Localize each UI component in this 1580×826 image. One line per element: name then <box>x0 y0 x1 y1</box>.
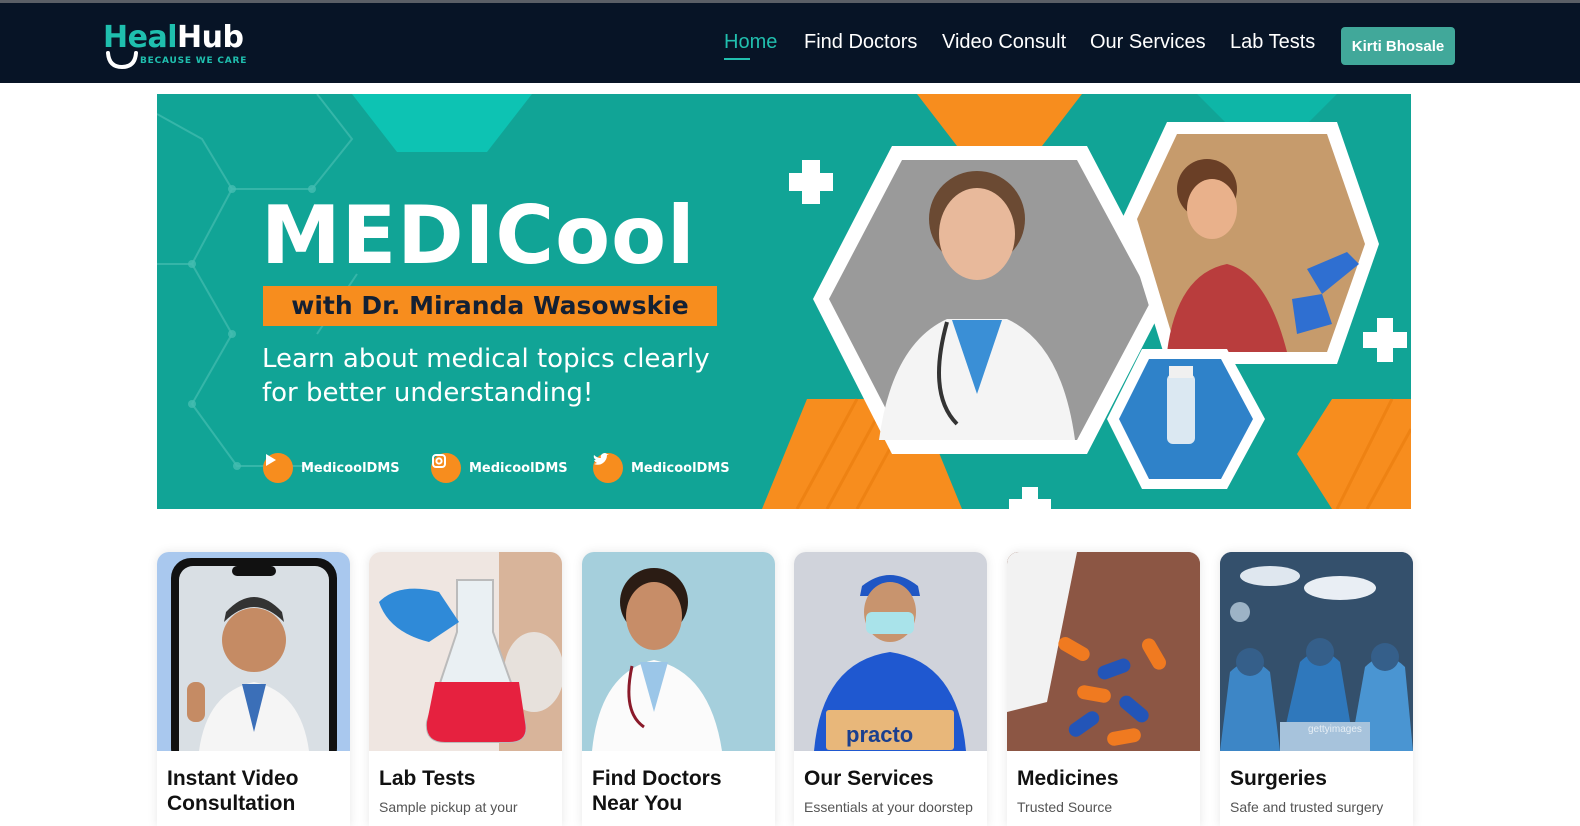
our-services-image: practo <box>794 552 987 751</box>
nav-video-consult[interactable]: Video Consult <box>942 31 1066 57</box>
lab-tests-image <box>369 552 562 751</box>
navbar: HealHub BECAUSE WE CARE Home Find Doctor… <box>0 3 1580 83</box>
card-find-doctors-near-you[interactable]: Find Doctors Near You <box>582 552 775 826</box>
card-title: Our Services <box>804 767 934 790</box>
social-handle: MedicoolDMS <box>631 460 730 476</box>
logo-wordmark: HealHub <box>103 20 244 55</box>
card-description: Sample pickup at your <box>379 799 518 815</box>
banner-description: Learn about medical topics clearly for b… <box>262 344 710 408</box>
card-description: Trusted Source <box>1017 799 1113 815</box>
nav-find-doctors[interactable]: Find Doctors <box>804 31 917 57</box>
healhub-logo[interactable]: HealHub BECAUSE WE CARE <box>103 21 253 73</box>
card-description: Essentials at your doorstep <box>804 799 973 815</box>
social-twitter[interactable]: MedicoolDMS <box>593 453 730 483</box>
logo-hub-text: Hub <box>176 20 244 55</box>
card-lab-tests[interactable]: Lab Tests Sample pickup at your <box>369 552 562 826</box>
practo-box-text: practo <box>846 722 914 747</box>
social-youtube[interactable]: MedicoolDMS <box>263 453 400 483</box>
nav-our-services[interactable]: Our Services <box>1090 31 1206 57</box>
social-handle: MedicoolDMS <box>301 460 400 476</box>
card-title: Instant Video Consultation <box>167 767 299 815</box>
banner-subtitle: with Dr. Miranda Wasowskie <box>263 286 717 326</box>
instagram-icon <box>431 453 461 483</box>
logo-heal-text: Heal <box>103 20 177 55</box>
card-title: Medicines <box>1017 767 1119 790</box>
image-watermark: gettyimages <box>1308 724 1362 735</box>
logo-tagline: BECAUSE WE CARE <box>140 56 248 66</box>
twitter-icon <box>593 453 623 483</box>
card-our-services[interactable]: practo Our Services Essentials at your d… <box>794 552 987 826</box>
hero-banner[interactable]: MEDICool with Dr. Miranda Wasowskie Lear… <box>157 94 1411 509</box>
banner-title: MEDICool <box>261 189 696 282</box>
user-account-button[interactable]: Kirti Bhosale <box>1341 27 1455 65</box>
smile-icon <box>106 51 138 70</box>
card-surgeries[interactable]: gettyimages Surgeries Safe and trusted s… <box>1220 552 1413 826</box>
surgeries-image: gettyimages <box>1220 552 1413 751</box>
nav-lab-tests[interactable]: Lab Tests <box>1230 31 1315 57</box>
card-instant-video-consultation[interactable]: Instant Video Consultation <box>157 552 350 826</box>
video-consult-image <box>157 552 350 751</box>
card-title: Find Doctors Near You <box>592 767 722 815</box>
social-instagram[interactable]: MedicoolDMS <box>431 453 568 483</box>
youtube-icon <box>263 453 293 483</box>
card-medicines[interactable]: Medicines Trusted Source <box>1007 552 1200 826</box>
find-doctors-image <box>582 552 775 751</box>
social-handle: MedicoolDMS <box>469 460 568 476</box>
nav-active-underline <box>724 58 750 60</box>
medicines-image <box>1007 552 1200 751</box>
nav-home[interactable]: Home <box>724 31 777 57</box>
card-title: Surgeries <box>1230 767 1327 790</box>
card-title: Lab Tests <box>379 767 476 790</box>
card-description: Safe and trusted surgery <box>1230 799 1384 815</box>
